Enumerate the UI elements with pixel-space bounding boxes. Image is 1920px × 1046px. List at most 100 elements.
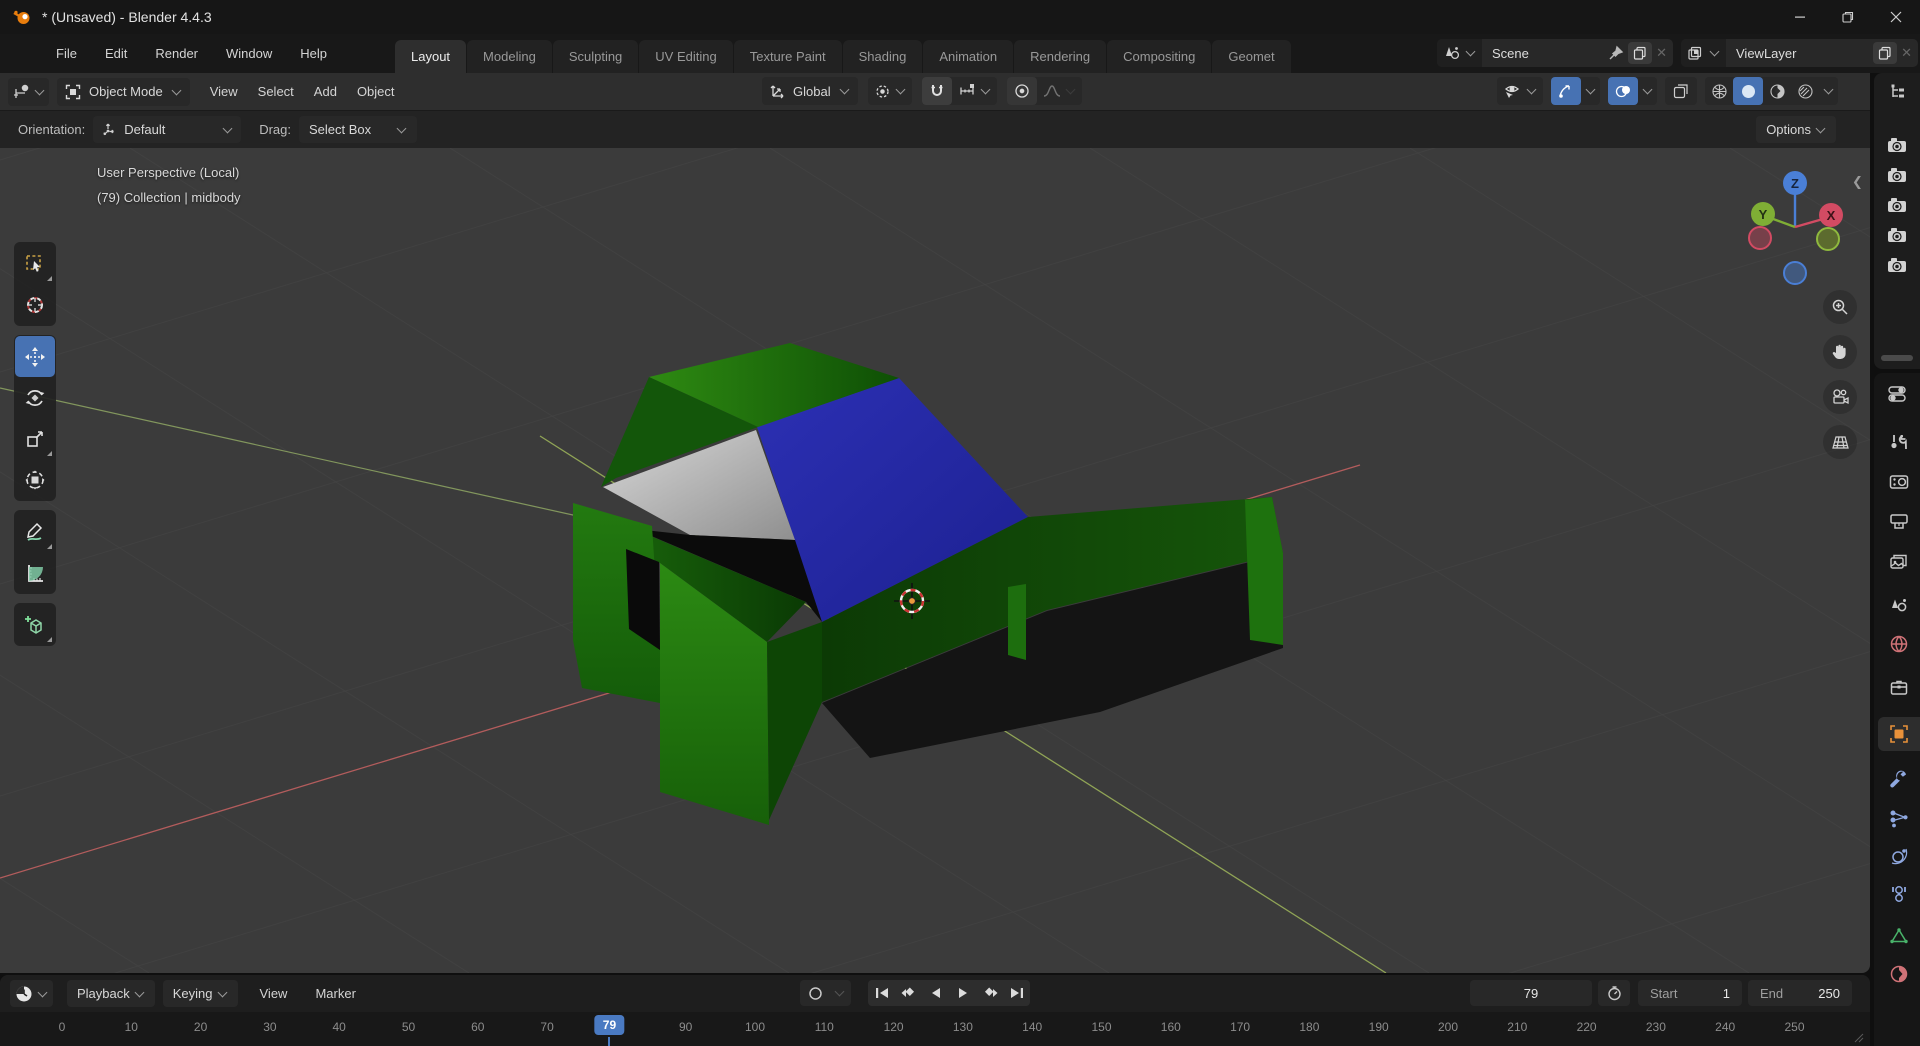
properties-tab-material[interactable] xyxy=(1878,957,1920,991)
tool-move[interactable] xyxy=(15,336,55,377)
properties-tab-object-data[interactable] xyxy=(1878,919,1920,953)
snap-toggle[interactable] xyxy=(921,77,952,105)
view-layer-selector[interactable]: ViewLayer ✕ xyxy=(1681,39,1918,67)
gizmo-neg-y-axis[interactable] xyxy=(1816,227,1840,251)
outliner-scrollbar[interactable] xyxy=(1881,355,1913,361)
options-dropdown[interactable]: Options xyxy=(1756,116,1836,143)
mode-selector[interactable]: Object Mode xyxy=(57,77,190,106)
overlays-toggle[interactable] xyxy=(1608,77,1638,105)
gizmos-dropdown-icon[interactable] xyxy=(1585,84,1596,95)
workspace-tab-rendering[interactable]: Rendering xyxy=(1014,40,1107,73)
overlays-dropdown-icon[interactable] xyxy=(1642,84,1653,95)
jump-to-end-button[interactable] xyxy=(1003,980,1030,1006)
play-reverse-button[interactable] xyxy=(922,980,949,1006)
model-midbody[interactable] xyxy=(573,343,1283,825)
use-preview-range-toggle[interactable] xyxy=(1598,980,1630,1006)
playback-menu[interactable]: Playback xyxy=(67,980,155,1007)
current-frame-field[interactable]: 79 xyxy=(1470,980,1592,1006)
editor-type-button[interactable] xyxy=(8,77,49,106)
keying-set-dropdown-icon[interactable] xyxy=(834,986,845,997)
camera-view-button[interactable] xyxy=(1823,380,1857,414)
auto-keying-toggle[interactable] xyxy=(800,986,830,1001)
menu-window[interactable]: Window xyxy=(214,42,284,65)
jump-to-start-button[interactable] xyxy=(868,980,895,1006)
scene-browse-icon[interactable] xyxy=(1437,39,1482,67)
properties-tab-tool[interactable] xyxy=(1878,425,1920,459)
workspace-tab-shading[interactable]: Shading xyxy=(842,40,923,73)
visibility-dropdown[interactable] xyxy=(1497,77,1543,105)
viewport-menu-object[interactable]: Object xyxy=(347,81,405,102)
timeline-ruler[interactable]: 79 0 10 20 30 40 50 60 70 90 100 110 120 130 140 150 16… xyxy=(0,1012,1870,1046)
outliner-editor[interactable] xyxy=(1874,73,1920,369)
xray-toggle[interactable] xyxy=(1665,77,1697,105)
properties-tab-physics[interactable] xyxy=(1878,839,1920,873)
gizmo-neg-x-axis[interactable] xyxy=(1748,226,1772,250)
jump-next-keyframe-button[interactable] xyxy=(976,980,1003,1006)
properties-tab-world[interactable] xyxy=(1878,627,1920,661)
region-collapse-icon[interactable]: ❮ xyxy=(1852,174,1863,190)
viewport-menu-view[interactable]: View xyxy=(200,81,248,102)
viewport-canvas[interactable]: User Perspective (Local) (79) Collection… xyxy=(0,148,1870,973)
frame-end-field[interactable]: End 250 xyxy=(1748,980,1852,1006)
transform-orientation-selector[interactable]: Global xyxy=(762,77,858,105)
tool-select-box[interactable] xyxy=(15,243,55,284)
restore-button[interactable] xyxy=(1824,0,1872,34)
jump-prev-keyframe-button[interactable] xyxy=(895,980,922,1006)
tool-cursor[interactable] xyxy=(15,284,55,325)
outliner-item-camera-3[interactable] xyxy=(1886,195,1908,215)
properties-tab-scene[interactable] xyxy=(1878,589,1920,623)
workspace-tab-compositing[interactable]: Compositing xyxy=(1107,40,1212,73)
menu-render[interactable]: Render xyxy=(143,42,210,65)
shading-material-button[interactable] xyxy=(1763,77,1791,105)
tool-scale[interactable] xyxy=(15,418,55,459)
viewport-3d[interactable]: Object Mode View Select Add Object Global xyxy=(0,73,1870,973)
properties-tab-particles[interactable] xyxy=(1878,801,1920,835)
pan-view-button[interactable] xyxy=(1823,335,1857,369)
outliner-item-camera-1[interactable] xyxy=(1886,135,1908,155)
scene-name[interactable]: Scene xyxy=(1492,46,1608,61)
proportional-editing-toggle[interactable] xyxy=(1006,77,1037,105)
outliner-item-camera-5[interactable] xyxy=(1886,255,1908,275)
workspace-tab-texture-paint[interactable]: Texture Paint xyxy=(733,40,842,73)
properties-tab-view-layer[interactable] xyxy=(1878,545,1920,579)
drag-dropdown[interactable]: Select Box xyxy=(299,116,417,143)
workspace-tab-uv-editing[interactable]: UV Editing xyxy=(639,40,733,73)
properties-editor[interactable] xyxy=(1874,373,1920,1046)
properties-editor-type-button[interactable] xyxy=(1874,373,1920,409)
properties-tab-object[interactable] xyxy=(1878,717,1920,751)
outliner-item-camera-4[interactable] xyxy=(1886,225,1908,245)
view-layer-name[interactable]: ViewLayer xyxy=(1736,46,1869,61)
playhead[interactable]: 79 xyxy=(594,1015,625,1035)
tool-rotate[interactable] xyxy=(15,377,55,418)
timeline-view-menu[interactable]: View xyxy=(250,983,298,1004)
tool-measure[interactable] xyxy=(15,552,55,593)
outliner-item-camera-2[interactable] xyxy=(1886,165,1908,185)
properties-tab-render[interactable] xyxy=(1878,465,1920,499)
shading-dropdown-icon[interactable] xyxy=(1823,84,1834,95)
toggle-perspective-button[interactable] xyxy=(1823,425,1857,459)
timeline-editor-type-button[interactable] xyxy=(10,980,53,1007)
minimize-button[interactable] xyxy=(1776,0,1824,34)
viewport-menu-add[interactable]: Add xyxy=(304,81,347,102)
properties-tab-collection[interactable] xyxy=(1878,671,1920,705)
tool-annotate[interactable] xyxy=(15,511,55,552)
timeline-editor[interactable]: Playback Keying View Marker 79 Start 1 E… xyxy=(0,975,1870,1046)
workspace-tab-layout[interactable]: Layout xyxy=(395,40,467,73)
properties-tab-output[interactable] xyxy=(1878,505,1920,539)
menu-file[interactable]: File xyxy=(44,42,89,65)
pin-icon[interactable] xyxy=(1608,45,1624,61)
workspace-tab-geomet[interactable]: Geomet xyxy=(1212,40,1291,73)
tool-transform[interactable] xyxy=(15,459,55,500)
new-scene-button[interactable] xyxy=(1628,42,1653,64)
view-layer-browse-icon[interactable] xyxy=(1681,39,1726,67)
proportional-falloff-selector[interactable] xyxy=(1037,84,1082,98)
gizmo-neg-z-axis[interactable] xyxy=(1783,261,1807,285)
play-button[interactable] xyxy=(949,980,976,1006)
properties-tab-modifiers[interactable] xyxy=(1878,761,1920,795)
shading-wireframe-button[interactable] xyxy=(1705,77,1733,105)
viewport-menu-select[interactable]: Select xyxy=(248,81,304,102)
outliner-filter-icon[interactable] xyxy=(1874,73,1920,101)
frame-start-field[interactable]: Start 1 xyxy=(1638,980,1742,1006)
properties-tab-constraints[interactable] xyxy=(1878,877,1920,911)
tool-add-cube[interactable] xyxy=(15,604,55,645)
